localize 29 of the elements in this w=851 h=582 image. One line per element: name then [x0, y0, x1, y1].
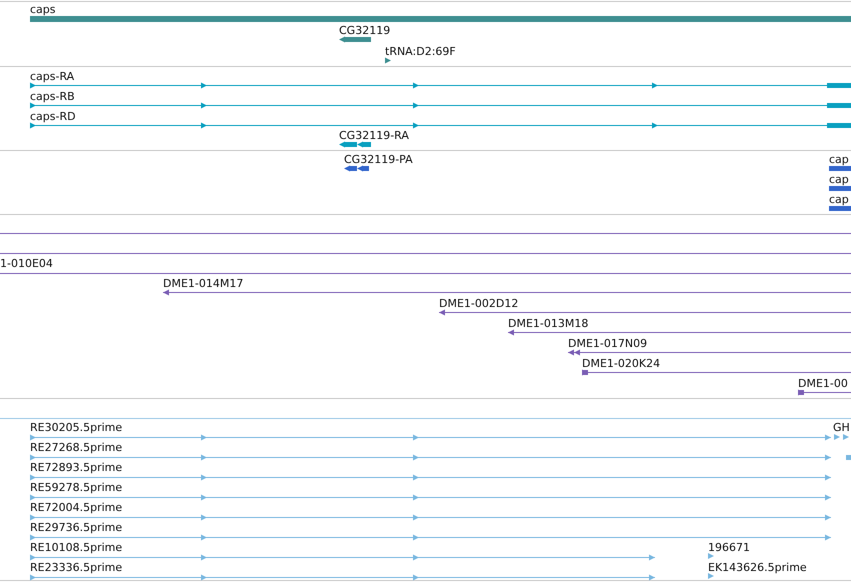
feature-label: CG32119-PA	[344, 153, 413, 166]
feature-label: RE27268.5prime	[30, 441, 122, 454]
feature-label: CG32119	[339, 24, 390, 37]
feature-label: RE72004.5prime	[30, 501, 122, 514]
feature-label: GH	[833, 421, 850, 434]
feature-label: cap	[829, 193, 849, 206]
feature-label: DME1-017N09	[568, 337, 648, 350]
feature-label: caps-RB	[30, 90, 75, 103]
feature-label: RE29736.5prime	[30, 521, 122, 534]
feature-label: EK143626.5prime	[708, 561, 807, 574]
feature-label: caps	[30, 3, 56, 16]
feature-label: caps-RD	[30, 110, 76, 123]
feature-label: cap	[829, 173, 849, 186]
feature-label: tRNA:D2:69F	[385, 45, 456, 58]
feature-label: RE72893.5prime	[30, 461, 122, 474]
feature-label: 196671	[708, 541, 750, 554]
feature-label: RE10108.5prime	[30, 541, 122, 554]
feature-label: 1-010E04	[0, 257, 53, 270]
feature-label: DME1-014M17	[163, 277, 244, 290]
feature-label: DME1-013M18	[508, 317, 588, 330]
feature-label: caps-RA	[30, 70, 74, 83]
feature-label: DME1-020K24	[582, 357, 660, 370]
feature-label: cap	[829, 153, 849, 166]
feature-label: DME1-002D12	[439, 297, 518, 310]
feature-label: RE23336.5prime	[30, 561, 122, 574]
feature-label: RE30205.5prime	[30, 421, 122, 434]
feature-label: DME1-00	[798, 377, 848, 390]
feature-label: RE59278.5prime	[30, 481, 122, 494]
feature-label: CG32119-RA	[339, 129, 409, 142]
